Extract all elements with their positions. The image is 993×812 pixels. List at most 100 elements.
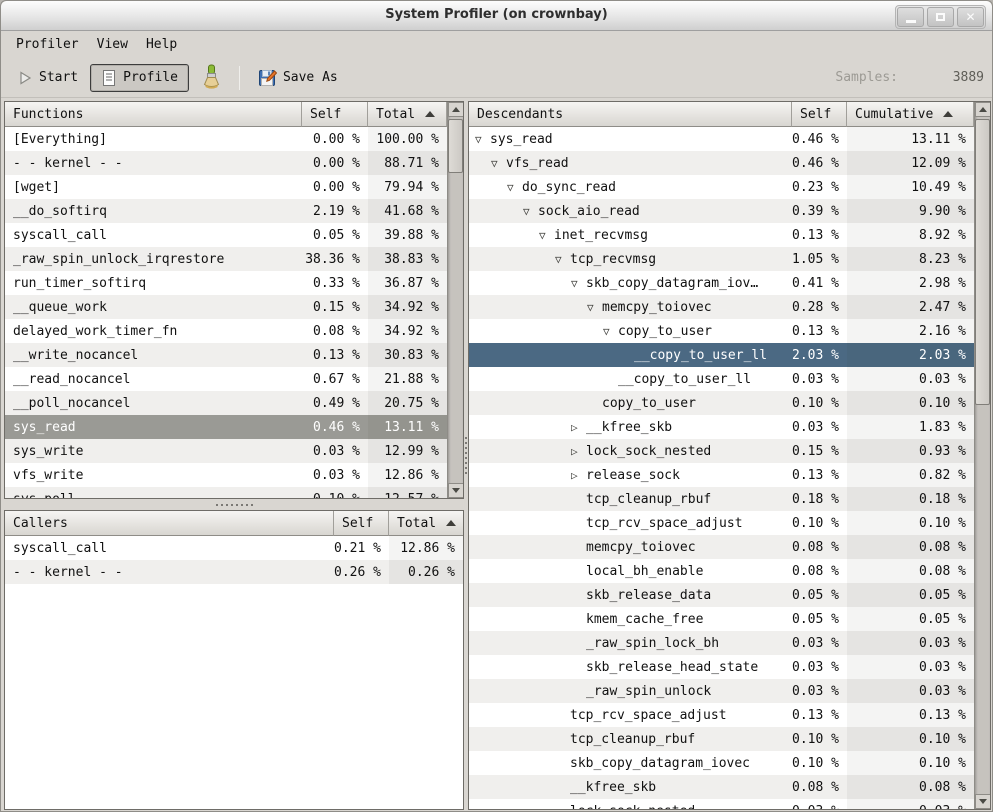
maximize-button[interactable]	[927, 7, 954, 27]
table-row[interactable]: syscall_call0.05 %39.88 %	[5, 223, 447, 247]
expander-open-icon[interactable]: ▽	[491, 157, 506, 170]
start-button[interactable]: Start	[9, 65, 86, 91]
total-value: 79.94 %	[368, 175, 447, 199]
expander-closed-icon[interactable]: ▷	[571, 469, 586, 482]
table-row[interactable]: __poll_nocancel0.49 %20.75 %	[5, 391, 447, 415]
scrollbar-thumb[interactable]	[448, 119, 463, 173]
scrollbar-thumb[interactable]	[975, 119, 990, 405]
horizontal-splitter[interactable]	[4, 499, 464, 510]
column-header-total[interactable]: Total	[389, 511, 463, 536]
table-row[interactable]: _raw_spin_lock_bh0.03 %0.03 %	[469, 631, 974, 655]
table-row[interactable]: tcp_cleanup_rbuf0.18 %0.18 %	[469, 487, 974, 511]
self-value: 0.03 %	[792, 631, 847, 655]
table-row[interactable]: ▽copy_to_user0.13 %2.16 %	[469, 319, 974, 343]
table-row[interactable]: copy_to_user0.10 %0.10 %	[469, 391, 974, 415]
close-button[interactable]: ✕	[957, 7, 984, 27]
table-row[interactable]: _raw_spin_unlock0.03 %0.03 %	[469, 679, 974, 703]
column-header-descendants[interactable]: Descendants	[469, 102, 792, 127]
symbol-name: copy_to_user	[618, 324, 712, 339]
table-row[interactable]: skb_release_head_state0.03 %0.03 %	[469, 655, 974, 679]
table-row[interactable]: ▽vfs_read0.46 %12.09 %	[469, 151, 974, 175]
scroll-down-button[interactable]	[975, 794, 991, 809]
table-row[interactable]: tcp_rcv_space_adjust0.13 %0.13 %	[469, 703, 974, 727]
table-row[interactable]: run_timer_softirq0.33 %36.87 %	[5, 271, 447, 295]
table-row[interactable]: ▽sock_aio_read0.39 %9.90 %	[469, 199, 974, 223]
titlebar[interactable]: System Profiler (on crownbay) ✕	[1, 1, 992, 31]
table-row[interactable]: __write_nocancel0.13 %30.83 %	[5, 343, 447, 367]
total-value: 12.57 %	[368, 487, 447, 499]
scroll-up-button[interactable]	[975, 102, 991, 117]
table-row[interactable]: delayed_work_timer_fn0.08 %34.92 %	[5, 319, 447, 343]
total-value: 2.98 %	[847, 271, 974, 295]
expander-open-icon[interactable]: ▽	[539, 229, 554, 242]
column-header-callers[interactable]: Callers	[5, 511, 334, 536]
scroll-up-button[interactable]	[448, 102, 464, 117]
symbol-name: __poll_nocancel	[13, 396, 130, 411]
column-header-self[interactable]: Self	[302, 102, 368, 127]
table-row[interactable]: __copy_to_user_ll2.03 %2.03 %	[469, 343, 974, 367]
table-row[interactable]: local_bh_enable0.08 %0.08 %	[469, 559, 974, 583]
expander-open-icon[interactable]: ▽	[507, 181, 522, 194]
scroll-down-button[interactable]	[448, 483, 464, 498]
column-header-cumulative[interactable]: Cumulative	[847, 102, 974, 127]
table-row[interactable]: __kfree_skb0.08 %0.08 %	[469, 775, 974, 799]
table-row[interactable]: [Everything]0.00 %100.00 %	[5, 127, 447, 151]
expander-open-icon[interactable]: ▽	[603, 325, 618, 338]
table-row[interactable]: tcp_cleanup_rbuf0.10 %0.10 %	[469, 727, 974, 751]
table-row[interactable]: _raw_spin_unlock_irqrestore38.36 %38.83 …	[5, 247, 447, 271]
table-row[interactable]: sys_poll0.10 %12.57 %	[5, 487, 447, 499]
menu-profiler[interactable]: Profiler	[7, 34, 88, 55]
reset-button[interactable]	[193, 59, 229, 96]
table-row[interactable]: kmem_cache_free0.05 %0.05 %	[469, 607, 974, 631]
table-row[interactable]: __queue_work0.15 %34.92 %	[5, 295, 447, 319]
table-row[interactable]: skb_release_data0.05 %0.05 %	[469, 583, 974, 607]
table-row[interactable]: vfs_write0.03 %12.86 %	[5, 463, 447, 487]
table-row[interactable]: sys_read0.46 %13.11 %	[5, 415, 447, 439]
table-row[interactable]: ▽skb_copy_datagram_iov…0.41 %2.98 %	[469, 271, 974, 295]
functions-scrollbar[interactable]	[447, 102, 463, 498]
profile-toggle[interactable]: Profile	[90, 64, 189, 92]
expander-open-icon[interactable]: ▽	[475, 133, 490, 146]
symbol-name: [wget]	[13, 180, 60, 195]
total-value: 0.10 %	[847, 751, 974, 775]
table-row[interactable]: - - kernel - -0.26 %0.26 %	[5, 560, 463, 584]
menu-help[interactable]: Help	[137, 34, 186, 55]
table-row[interactable]: __read_nocancel0.67 %21.88 %	[5, 367, 447, 391]
column-header-self[interactable]: Self	[792, 102, 847, 127]
table-row[interactable]: memcpy_toiovec0.08 %0.08 %	[469, 535, 974, 559]
expander-open-icon[interactable]: ▽	[555, 253, 570, 266]
symbol-name: lock_sock_nested	[586, 444, 711, 459]
symbol-name: - - kernel - -	[13, 565, 123, 580]
table-row[interactable]: lock_sock_nested0.03 %0.03 %	[469, 799, 974, 810]
table-row[interactable]: [wget]0.00 %79.94 %	[5, 175, 447, 199]
expander-closed-icon[interactable]: ▷	[571, 421, 586, 434]
self-value: 0.00 %	[302, 127, 368, 151]
total-value: 0.08 %	[847, 559, 974, 583]
column-header-total[interactable]: Total	[368, 102, 447, 127]
table-row[interactable]: ▷__kfree_skb0.03 %1.83 %	[469, 415, 974, 439]
table-row[interactable]: __copy_to_user_ll0.03 %0.03 %	[469, 367, 974, 391]
table-row[interactable]: ▷release_sock0.13 %0.82 %	[469, 463, 974, 487]
table-row[interactable]: ▽do_sync_read0.23 %10.49 %	[469, 175, 974, 199]
table-row[interactable]: ▽memcpy_toiovec0.28 %2.47 %	[469, 295, 974, 319]
table-row[interactable]: __do_softirq2.19 %41.68 %	[5, 199, 447, 223]
expander-open-icon[interactable]: ▽	[523, 205, 538, 218]
table-row[interactable]: ▽tcp_recvmsg1.05 %8.23 %	[469, 247, 974, 271]
expander-closed-icon[interactable]: ▷	[571, 445, 586, 458]
minimize-button[interactable]	[897, 7, 924, 27]
save-as-button[interactable]: Save As	[250, 63, 346, 92]
table-row[interactable]: ▽sys_read0.46 %13.11 %	[469, 127, 974, 151]
table-row[interactable]: skb_copy_datagram_iovec0.10 %0.10 %	[469, 751, 974, 775]
table-row[interactable]: - - kernel - -0.00 %88.71 %	[5, 151, 447, 175]
menu-view[interactable]: View	[88, 34, 137, 55]
table-row[interactable]: syscall_call0.21 %12.86 %	[5, 536, 463, 560]
column-header-self[interactable]: Self	[334, 511, 389, 536]
column-header-functions[interactable]: Functions	[5, 102, 302, 127]
table-row[interactable]: ▽inet_recvmsg0.13 %8.92 %	[469, 223, 974, 247]
descendants-scrollbar[interactable]	[974, 102, 990, 809]
table-row[interactable]: sys_write0.03 %12.99 %	[5, 439, 447, 463]
expander-open-icon[interactable]: ▽	[571, 277, 586, 290]
table-row[interactable]: tcp_rcv_space_adjust0.10 %0.10 %	[469, 511, 974, 535]
table-row[interactable]: ▷lock_sock_nested0.15 %0.93 %	[469, 439, 974, 463]
expander-open-icon[interactable]: ▽	[587, 301, 602, 314]
